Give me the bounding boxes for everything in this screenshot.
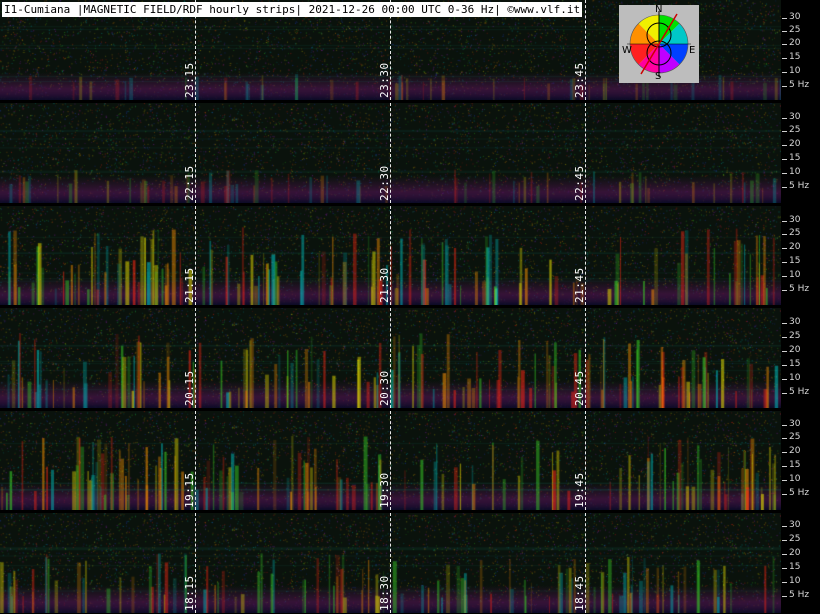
- scale-label: 10: [789, 576, 801, 586]
- scale-label: 20: [789, 242, 801, 252]
- scale-label: 20: [789, 139, 801, 149]
- scale-label: 10: [789, 167, 801, 177]
- time-label: 23:45: [573, 62, 586, 98]
- page-title: I1-Cumiana |MAGNETIC FIELD/RDF hourly st…: [2, 2, 583, 17]
- spectrogram-stage: 23:15 23:30 23:45 22:15 22:30 22:45 21:1…: [0, 0, 820, 614]
- scale-label: 30: [789, 12, 801, 22]
- spectrogram-strip-20h: 20:15 20:30 20:45: [0, 308, 781, 408]
- rdf-compass: N S E W: [619, 4, 699, 83]
- scale-label: 5 Hz: [789, 181, 810, 191]
- time-label: 22:45: [573, 165, 586, 201]
- spectrogram-strip-22h: 22:15 22:30 22:45: [0, 103, 781, 203]
- scale-label: 15: [789, 460, 801, 470]
- time-label: 22:30: [378, 165, 391, 201]
- time-label: 21:30: [378, 267, 391, 303]
- frequency-scale: 30 25 20 15 10 5 Hz: [782, 103, 820, 203]
- scale-label: 10: [789, 373, 801, 383]
- scale-label: 30: [789, 520, 801, 530]
- scale-label: 5 Hz: [789, 488, 810, 498]
- scale-label: 15: [789, 359, 801, 369]
- scale-label: 5 Hz: [789, 284, 810, 294]
- frequency-scale: 30 25 20 15 10 5 Hz: [782, 0, 820, 100]
- scale-label: 5 Hz: [789, 590, 810, 600]
- scale-label: 10: [789, 270, 801, 280]
- frequency-scale: 30 25 20 15 10 5 Hz: [782, 206, 820, 305]
- scale-label: 5 Hz: [789, 387, 810, 397]
- time-label: 20:45: [573, 370, 586, 406]
- scale-label: 25: [789, 432, 801, 442]
- scale-label: 30: [789, 419, 801, 429]
- compass-west-label: W: [622, 45, 632, 56]
- spectrogram-strip-19h: 19:15 19:30 19:45: [0, 411, 781, 510]
- scale-label: 20: [789, 345, 801, 355]
- compass-south-label: S: [655, 71, 662, 82]
- time-label: 18:45: [573, 575, 586, 611]
- time-label: 20:15: [183, 370, 196, 406]
- spectrogram-strip-21h: 21:15 21:30 21:45: [0, 206, 781, 305]
- compass-east-label: E: [689, 45, 696, 56]
- time-label: 19:45: [573, 472, 586, 508]
- scale-label: 30: [789, 215, 801, 225]
- time-label: 22:15: [183, 165, 196, 201]
- scale-label: 15: [789, 562, 801, 572]
- time-label: 19:30: [378, 472, 391, 508]
- frequency-scale: 30 25 20 15 10 5 Hz: [782, 513, 820, 613]
- scale-label: 15: [789, 256, 801, 266]
- scale-label: 25: [789, 25, 801, 35]
- frequency-scale: 30 25 20 15 10 5 Hz: [782, 411, 820, 510]
- scale-label: 15: [789, 153, 801, 163]
- time-label: 21:45: [573, 267, 586, 303]
- scale-label: 25: [789, 534, 801, 544]
- scale-label: 30: [789, 317, 801, 327]
- compass-north-label: N: [655, 4, 663, 15]
- scale-label: 5 Hz: [789, 80, 810, 90]
- scale-label: 15: [789, 52, 801, 62]
- time-label: 20:30: [378, 370, 391, 406]
- scale-label: 20: [789, 38, 801, 48]
- scale-label: 20: [789, 446, 801, 456]
- time-label: 18:30: [378, 575, 391, 611]
- frequency-scale: 30 25 20 15 10 5 Hz: [782, 308, 820, 408]
- scale-label: 20: [789, 548, 801, 558]
- scale-label: 25: [789, 331, 801, 341]
- scale-label: 10: [789, 474, 801, 484]
- scale-label: 10: [789, 66, 801, 76]
- scale-label: 30: [789, 112, 801, 122]
- time-label: 18:15: [183, 575, 196, 611]
- time-label: 23:30: [378, 62, 391, 98]
- time-label: 23:15: [183, 62, 196, 98]
- time-label: 21:15: [183, 267, 196, 303]
- scale-label: 25: [789, 228, 801, 238]
- scale-label: 25: [789, 125, 801, 135]
- spectrogram-strip-18h: 18:15 18:30 18:45: [0, 513, 781, 613]
- time-label: 19:15: [183, 472, 196, 508]
